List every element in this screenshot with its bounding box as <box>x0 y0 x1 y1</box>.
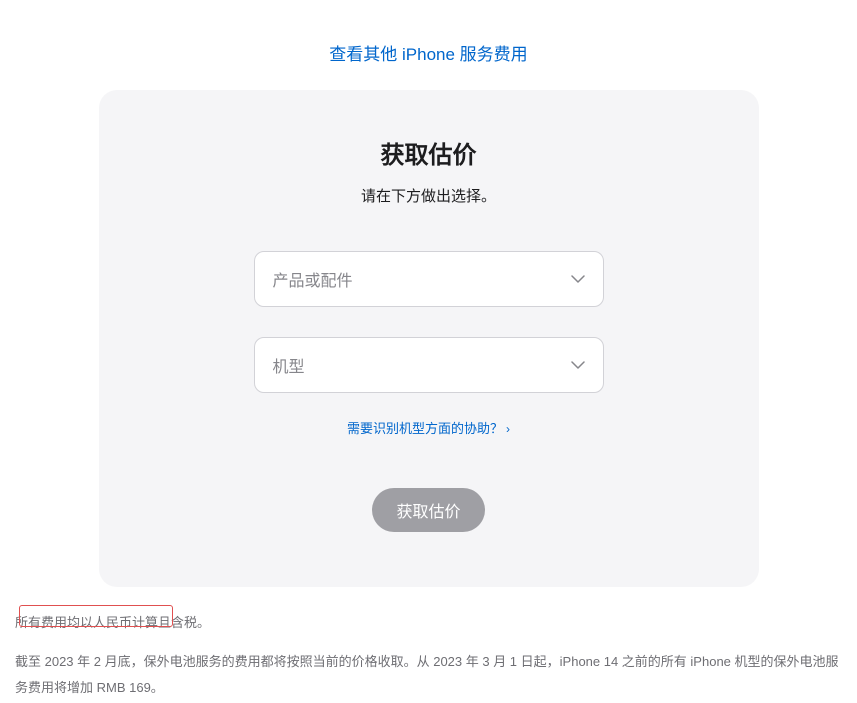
get-estimate-button[interactable]: 获取估价 <box>372 488 484 532</box>
help-link-label: 需要识别机型方面的协助？ <box>347 421 503 436</box>
footnote-tax: 所有费用均以人民币计算且含税。 <box>15 612 847 634</box>
top-link-wrapper: 查看其他 iPhone 服务费用 <box>10 40 847 65</box>
footnote-price-increase: 截至 2023 年 2 月底，保外电池服务的费用都将按照当前的价格收取。从 20… <box>15 649 847 701</box>
model-select-placeholder: 机型 <box>273 353 305 377</box>
card-title: 获取估价 <box>159 135 699 170</box>
chevron-right-icon: › <box>506 422 510 436</box>
other-services-link[interactable]: 查看其他 iPhone 服务费用 <box>329 45 527 64</box>
model-select[interactable]: 机型 <box>254 337 604 393</box>
product-select-placeholder: 产品或配件 <box>273 267 353 291</box>
chevron-down-icon <box>571 270 585 288</box>
product-select[interactable]: 产品或配件 <box>254 251 604 307</box>
chevron-down-icon <box>571 356 585 374</box>
model-select-wrapper: 机型 <box>254 337 604 393</box>
help-link-wrapper: 需要识别机型方面的协助？› <box>159 418 699 438</box>
card-subtitle: 请在下方做出选择。 <box>159 185 699 206</box>
identify-model-help-link[interactable]: 需要识别机型方面的协助？› <box>347 421 510 436</box>
estimate-card: 获取估价 请在下方做出选择。 产品或配件 机型 需要识别机型方面的协助？› <box>99 90 759 587</box>
product-select-wrapper: 产品或配件 <box>254 251 604 307</box>
